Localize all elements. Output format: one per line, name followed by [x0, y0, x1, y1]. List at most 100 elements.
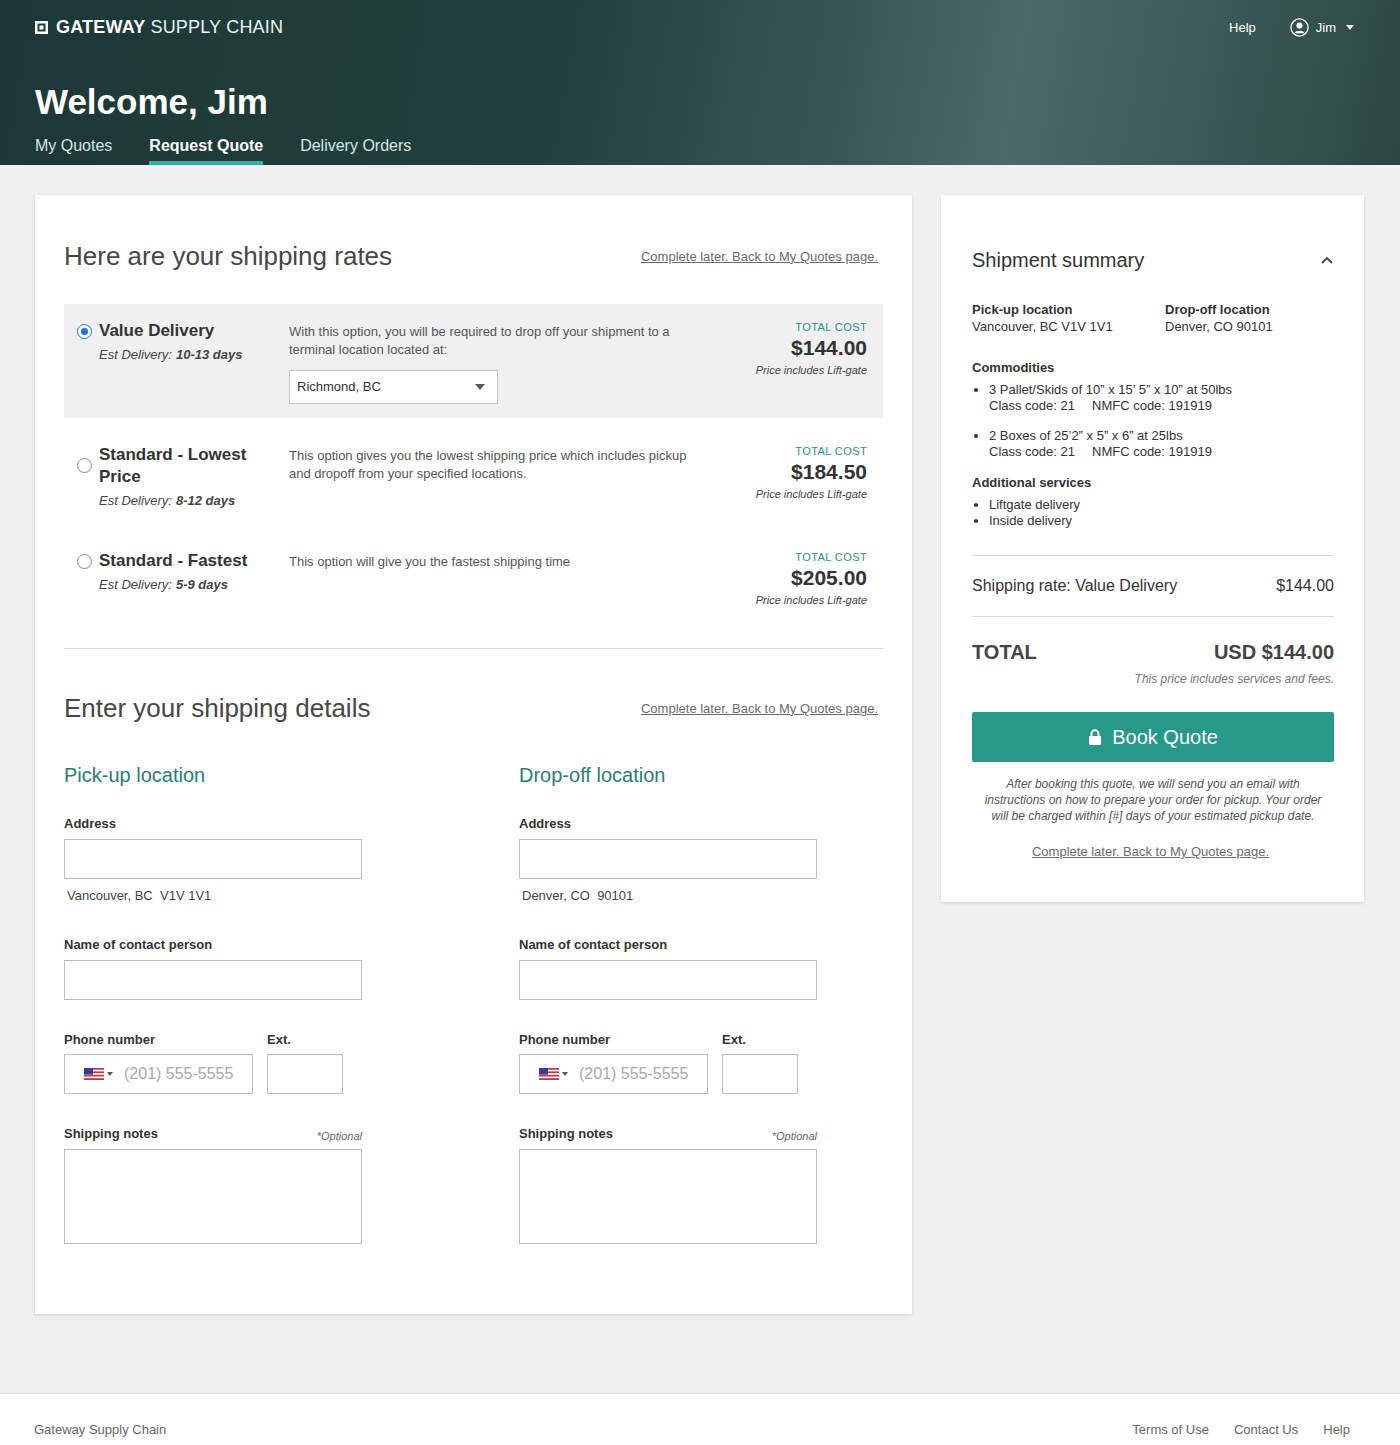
total-cost-label: TOTAL COST — [699, 320, 867, 334]
ext-input[interactable] — [722, 1054, 798, 1094]
nav-tab[interactable]: Delivery Orders — [300, 136, 411, 165]
estimated-delivery: Est Delivery:10-13 days — [77, 345, 289, 365]
phone-input[interactable] — [579, 1062, 699, 1086]
us-flag-icon — [84, 1068, 104, 1080]
rate-option[interactable]: Value Delivery Est Delivery:10-13 daysWit… — [64, 304, 883, 417]
option-description: This option will give you the fastest sh… — [289, 550, 689, 571]
section-header: Enter your shipping details Complete late… — [64, 693, 883, 724]
option-details: This option will give you the fastest sh… — [289, 550, 699, 608]
radio-button[interactable] — [77, 458, 92, 473]
option-heading: Standard - Fastest Est Delivery:5-9 days — [77, 550, 289, 608]
notes-textarea[interactable] — [64, 1149, 362, 1244]
contact-field: Name of contact person — [64, 935, 362, 1000]
ext-input[interactable] — [267, 1054, 343, 1094]
ext-field: Ext. — [722, 1030, 798, 1095]
book-quote-button[interactable]: Book Quote — [972, 712, 1334, 762]
help-link[interactable]: Help — [1229, 18, 1256, 38]
option-title-row: Value Delivery — [77, 320, 289, 342]
total-cost-label: TOTAL COST — [699, 444, 867, 458]
hero-header: GATEWAYSUPPLY CHAIN Help Jim Welcome, Jim My… — [0, 0, 1400, 165]
option-name: Standard - Fastest — [99, 550, 247, 572]
radio-button[interactable] — [77, 554, 92, 569]
nav-tab[interactable]: My Quotes — [35, 136, 112, 165]
dropoff-summary: Drop-off locationDenver, CO 90101 — [1165, 301, 1334, 335]
address-field: AddressDenver, CO 90101 — [519, 814, 817, 905]
commodity-codes: Class code: 21NMFC code: 191919 — [989, 398, 1334, 414]
location-heading: Drop-off location — [519, 762, 817, 788]
contact-input[interactable] — [64, 960, 362, 1000]
country-picker[interactable] — [84, 1068, 113, 1080]
footer-link[interactable]: Help — [1323, 1420, 1350, 1440]
phone-input[interactable] — [124, 1062, 244, 1086]
estimated-delivery: Est Delivery:5-9 days — [77, 575, 289, 595]
address-input[interactable] — [64, 839, 362, 879]
complete-later-link[interactable]: Complete later. Back to My Quotes page. — [972, 842, 1329, 862]
est-label: Est Delivery: — [99, 347, 172, 362]
quote-panel: Here are your shipping ratesComplete lat… — [35, 195, 912, 1314]
option-heading: Value Delivery Est Delivery:10-13 days — [77, 320, 289, 403]
collapse-chevron-icon[interactable] — [1320, 256, 1334, 265]
price: $184.50 — [699, 458, 867, 486]
complete-later-link[interactable]: Complete later. Back to My Quotes page. — [641, 699, 878, 719]
optional-label: *Optional — [772, 1128, 817, 1145]
nav-tab[interactable]: Request Quote — [149, 136, 263, 165]
option-description: This option gives you the lowest shippin… — [289, 444, 689, 483]
page-footer: Gateway Supply ChainTerms of UseContact … — [0, 1393, 1400, 1445]
rate-option[interactable]: Standard - Lowest Price Est Delivery: 8-12… — [64, 428, 883, 525]
address-field: AddressVancouver, BC V1V 1V1 — [64, 814, 362, 905]
notes-textarea[interactable] — [519, 1149, 817, 1244]
rate-option[interactable]: Standard - Fastest Est Delivery:5-9 daysT… — [64, 534, 883, 622]
summary-panel: Shipment summary Pick-up locationVancouve… — [941, 195, 1364, 902]
location-heading: Pick-up location — [64, 762, 362, 788]
total-note: This price includes services and fees. — [972, 670, 1334, 688]
country-caret-icon — [107, 1072, 113, 1076]
phone-box — [64, 1054, 253, 1094]
price: $205.00 — [699, 564, 867, 592]
summary-locations: Pick-up locationVancouver, BC V1V 1V1Dro… — [972, 301, 1334, 335]
est-value: 8-12 days — [176, 493, 235, 508]
location-column: Pick-up location AddressVancouver, BC V1V… — [64, 762, 362, 1244]
radio-button[interactable] — [77, 324, 92, 339]
logo-bold-text: GATEWAY — [56, 14, 145, 41]
nmfc-code: NMFC code: 191919 — [1092, 444, 1212, 459]
address-input[interactable] — [519, 839, 817, 879]
dropdown-caret-icon — [475, 384, 485, 390]
complete-later-link[interactable]: Complete later. Back to My Quotes page. — [641, 247, 878, 267]
main-content: Here are your shipping ratesComplete lat… — [0, 165, 1400, 1314]
footer-link[interactable]: Terms of Use — [1132, 1420, 1209, 1440]
location-columns: Pick-up location AddressVancouver, BC V1V… — [64, 762, 883, 1244]
commodity-line: 3 Pallet/Skids of 10” x 15’ 5” x 10” at … — [989, 382, 1334, 398]
estimated-delivery: Est Delivery: 8-12 days — [77, 491, 289, 511]
logo[interactable]: GATEWAYSUPPLY CHAIN — [35, 14, 283, 41]
price: $144.00 — [699, 334, 867, 362]
location-column: Drop-off location AddressDenver, CO 90101… — [519, 762, 817, 1244]
country-picker[interactable] — [539, 1068, 568, 1080]
est-label: Est Delivery: — [99, 493, 172, 508]
total-label: TOTAL — [972, 637, 1037, 667]
price-note: Price includes Lift-gate — [699, 592, 867, 608]
commodity-item: 2 Boxes of 25’2” x 5” x 6” at 25lbsClass… — [989, 428, 1334, 460]
phone-field-row: Phone numberExt. — [64, 1030, 362, 1095]
option-description: With this option, you will be required t… — [289, 320, 689, 359]
top-actions: Help Jim — [1229, 18, 1354, 38]
field-label: Name of contact person — [64, 935, 362, 955]
summary-header: Shipment summary — [972, 247, 1334, 273]
field-label: Shipping notes — [519, 1124, 613, 1144]
section-title: Enter your shipping details — [64, 693, 370, 724]
dropoff-value: Denver, CO 90101 — [1165, 318, 1334, 335]
terminal-select[interactable]: Richmond, BC — [289, 370, 498, 404]
commodities-block: Commodities3 Pallet/Skids of 10” x 15’ 5… — [972, 359, 1334, 460]
ext-field: Ext. — [267, 1030, 343, 1095]
address-hint: Vancouver, BC V1V 1V1 — [64, 886, 362, 906]
field-label: Phone number — [519, 1030, 708, 1050]
welcome-title: Welcome, Jim — [35, 83, 1354, 122]
option-name: Standard - Lowest Price — [99, 444, 289, 488]
user-menu[interactable]: Jim — [1290, 18, 1354, 38]
commodity-line: 2 Boxes of 25’2” x 5” x 6” at 25lbs — [989, 428, 1334, 444]
footer-link[interactable]: Contact Us — [1234, 1420, 1298, 1440]
notes-label-row: Shipping notes*Optional — [64, 1124, 362, 1149]
est-value: 5-9 days — [176, 577, 228, 592]
total-row: TOTALUSD $144.00 — [972, 637, 1334, 667]
optional-label: *Optional — [317, 1128, 362, 1145]
contact-input[interactable] — [519, 960, 817, 1000]
